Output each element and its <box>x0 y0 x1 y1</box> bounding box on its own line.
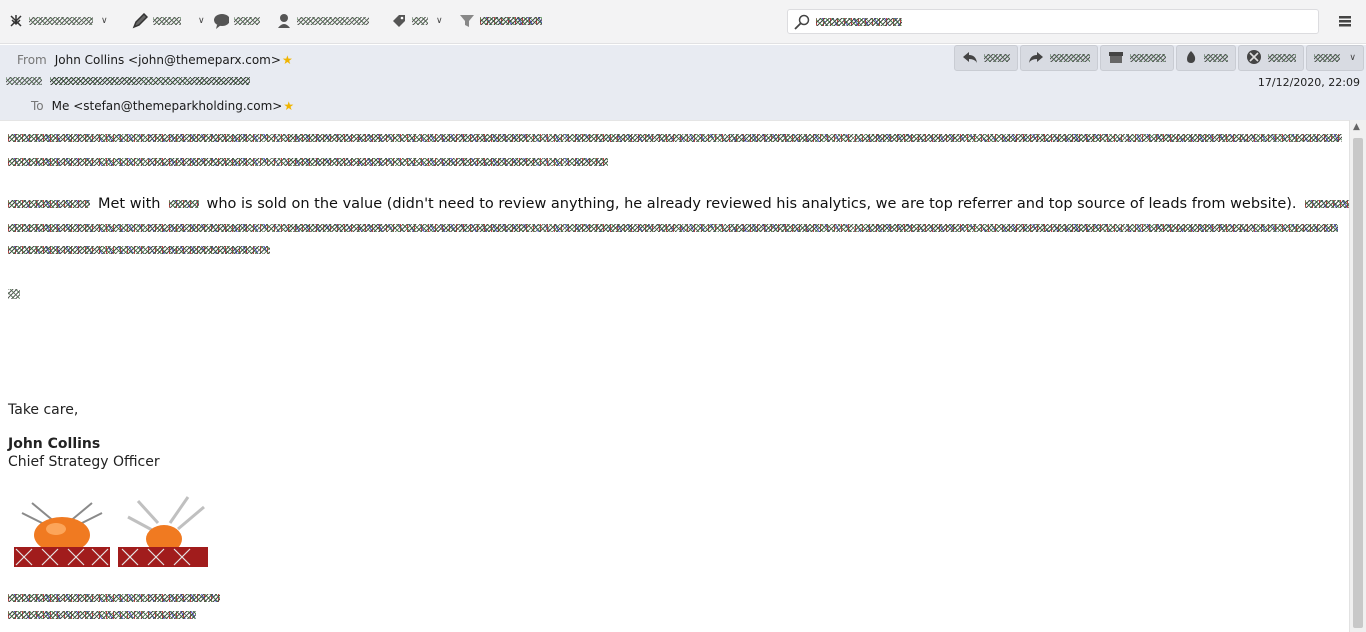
forward-button[interactable] <box>1020 45 1099 71</box>
from-value[interactable]: John Collins <john@themeparx.com> <box>55 53 281 67</box>
toolbar: ∨ ∨ ∨ <box>0 0 1366 44</box>
tag-button[interactable]: ∨ <box>391 10 443 32</box>
tag-label <box>412 17 428 25</box>
signature-title: Chief Strategy Officer <box>8 454 160 470</box>
more-button[interactable]: ∨ <box>1306 45 1364 71</box>
delete-icon <box>1246 49 1262 68</box>
address-book-label <box>297 17 369 25</box>
filter-icon <box>459 13 475 29</box>
message-body: Met with who is sold on the value (didn'… <box>0 120 1349 632</box>
body-text: Met with <box>98 196 161 212</box>
reply-button[interactable] <box>954 45 1019 71</box>
reply-icon <box>962 50 978 67</box>
search-icon <box>794 14 810 30</box>
get-messages-label <box>29 17 93 25</box>
redacted-line <box>8 594 220 602</box>
forward-icon <box>1028 50 1044 67</box>
redacted-line <box>8 611 196 619</box>
star-icon[interactable]: ★ <box>282 53 293 67</box>
to-row: To Me <stefan@themeparkholding.com> ★ <box>31 99 294 113</box>
quick-filter-button[interactable] <box>459 10 542 32</box>
scrollbar[interactable]: ▲ <box>1349 120 1366 632</box>
redacted-line <box>8 134 1342 142</box>
message-actions: ∨ <box>954 45 1364 71</box>
star-icon[interactable]: ★ <box>283 99 294 113</box>
redacted-line <box>8 224 1338 232</box>
junk-button[interactable] <box>1176 45 1237 71</box>
tag-icon <box>391 13 407 29</box>
from-row: From John Collins <john@themeparx.com> ★ <box>17 53 293 67</box>
subject-value <box>50 77 250 85</box>
subject-row <box>6 77 250 85</box>
download-icon <box>8 13 24 29</box>
scrollbar-thumb[interactable] <box>1353 138 1363 628</box>
signoff-text: Take care, <box>8 402 79 418</box>
write-button[interactable]: ∨ <box>132 10 205 32</box>
chat-bubble-icon <box>213 13 229 29</box>
body-text-continued: who is sold on the value (didn't need to… <box>206 196 1297 212</box>
from-label: From <box>17 53 47 67</box>
body-paragraph: Met with who is sold on the value (didn'… <box>8 196 1349 212</box>
archive-icon <box>1108 50 1124 67</box>
quick-filter-label <box>480 17 542 25</box>
search-placeholder <box>816 17 902 26</box>
chat-label <box>234 17 260 25</box>
subject-label <box>6 77 42 85</box>
app-menu-button[interactable] <box>1334 11 1356 31</box>
write-label <box>153 17 181 25</box>
partner-logo <box>118 493 214 575</box>
chevron-down-icon[interactable]: ∨ <box>101 16 108 26</box>
redacted-line <box>8 158 608 166</box>
chat-button[interactable] <box>213 10 260 32</box>
to-value[interactable]: Me <stefan@themeparkholding.com> <box>52 99 283 113</box>
company-logo <box>12 493 112 575</box>
chevron-down-icon[interactable]: ∨ <box>436 16 443 26</box>
redacted-line <box>8 246 270 254</box>
delete-button[interactable] <box>1238 45 1305 71</box>
hamburger-icon <box>1338 12 1352 31</box>
pencil-icon <box>132 13 148 29</box>
chevron-down-icon: ∨ <box>1349 53 1356 63</box>
signature-name: John Collins <box>8 436 101 452</box>
search-input[interactable] <box>787 9 1319 34</box>
archive-button[interactable] <box>1100 45 1175 71</box>
to-label: To <box>31 99 44 113</box>
get-messages-button[interactable]: ∨ <box>8 10 108 32</box>
chevron-down-icon[interactable]: ∨ <box>198 16 205 26</box>
message-date: 17/12/2020, 22:09 <box>1257 76 1360 89</box>
scroll-up-icon[interactable]: ▲ <box>1353 122 1360 132</box>
message-header: From John Collins <john@themeparx.com> ★… <box>0 45 1366 120</box>
address-book-button[interactable] <box>276 10 369 32</box>
contact-icon <box>276 13 292 29</box>
redacted-line <box>8 289 20 299</box>
flame-icon <box>1184 50 1198 67</box>
